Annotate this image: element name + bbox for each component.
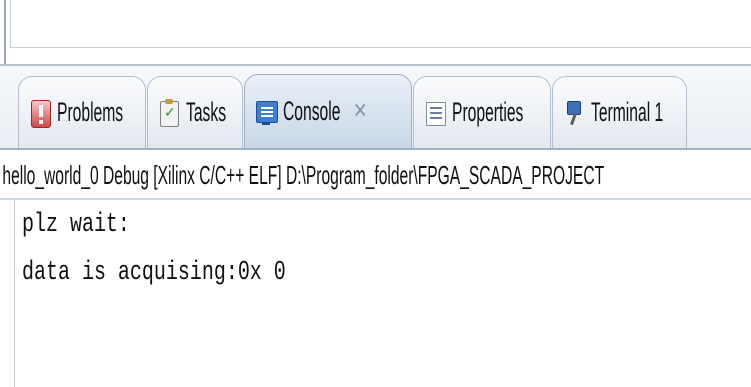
tab-problems[interactable]: Problems <box>18 76 146 148</box>
console-view-panel: Problems Tasks Console ✕ Properties Term… <box>0 66 751 387</box>
editor-inner-bottom-border <box>10 47 751 48</box>
editor-inner-border <box>10 0 11 48</box>
tab-properties[interactable]: Properties <box>413 76 551 148</box>
console-icon <box>255 98 278 126</box>
tasks-icon <box>158 98 180 127</box>
console-line: plz wait: <box>22 210 130 240</box>
tab-console[interactable]: Console ✕ <box>244 74 412 148</box>
tab-tasks[interactable]: Tasks <box>147 76 243 148</box>
tab-tasks-label: Tasks <box>186 97 227 127</box>
tab-console-label: Console <box>283 96 341 126</box>
view-tab-bar: Problems Tasks Console ✕ Properties Term… <box>0 66 751 150</box>
console-line: data is acquising:0x 0 <box>22 258 286 288</box>
console-left-border <box>14 200 15 387</box>
terminal-icon <box>563 99 585 127</box>
editor-left-border <box>4 0 6 66</box>
tab-bar-bottom-border <box>0 148 751 150</box>
editor-area-remnant <box>0 0 751 66</box>
launch-description-bar: hello_world_0 Debug [Xilinx C/C++ ELF] D… <box>0 152 751 198</box>
tab-terminal[interactable]: Terminal 1 <box>552 76 687 148</box>
close-icon[interactable]: ✕ <box>353 99 368 124</box>
launch-description: hello_world_0 Debug [Xilinx C/C++ ELF] D… <box>2 159 605 190</box>
tab-properties-label: Properties <box>452 97 524 127</box>
console-output[interactable]: plz wait: data is acquising:0x 0 <box>16 200 751 387</box>
tab-terminal-label: Terminal 1 <box>591 97 664 127</box>
properties-icon <box>424 99 446 127</box>
tab-problems-label: Problems <box>57 97 124 127</box>
problems-icon <box>29 99 51 128</box>
